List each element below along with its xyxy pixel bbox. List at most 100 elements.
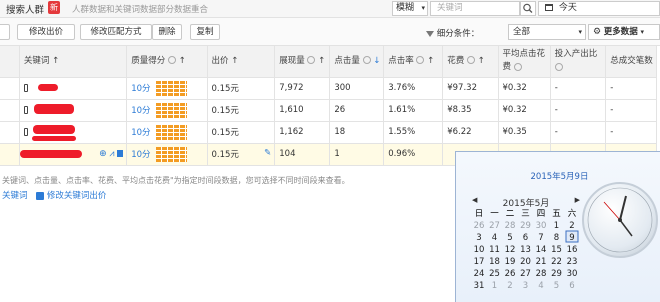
quality-cell: 10分 (126, 77, 208, 100)
calendar-day[interactable]: 21 (536, 257, 547, 267)
header-clicks[interactable]: 点击量 ↓ (329, 46, 385, 78)
calendar-day[interactable]: 16 (567, 245, 578, 255)
keyword-link[interactable]: 关键词 (2, 191, 28, 201)
info-icon (554, 62, 563, 71)
header-keyword[interactable]: 关键词 ↑ (19, 46, 128, 78)
ctr-cell: 0.96% (383, 143, 444, 166)
footer-links: 关键词 修改关键词出价 (2, 189, 106, 201)
search-icon (523, 3, 533, 13)
header-ctr[interactable]: 点击率 ↑ (383, 46, 444, 78)
calendar-day[interactable]: 10 (474, 245, 485, 255)
header-checkbox-cell (0, 46, 20, 78)
calendar-day[interactable]: 22 (551, 257, 562, 267)
calendar-day[interactable]: 13 (520, 245, 531, 255)
calendar-day[interactable]: 8 (554, 233, 559, 243)
calendar-day[interactable]: 12 (505, 245, 516, 255)
calendar-day[interactable]: 6 (523, 233, 528, 243)
calendar-day[interactable]: 27 (489, 221, 500, 231)
header-roi[interactable]: 投入产出比 (550, 46, 607, 78)
match-mode-value: 模糊 (396, 3, 415, 13)
bid-cell: 0.15元 (207, 121, 276, 144)
calendar-day[interactable]: 7 (538, 233, 543, 243)
calendar-day[interactable]: 5 (554, 281, 559, 291)
copy-button[interactable]: 复制 (190, 24, 220, 40)
impressions-cell: 7,972 (274, 77, 331, 100)
filter-icon (426, 30, 434, 37)
calendar-day[interactable]: 2 (507, 281, 512, 291)
calendar-day[interactable]: 1 (554, 221, 559, 231)
prev-month-arrow[interactable]: ◀ (472, 196, 477, 204)
header-orders[interactable]: 总成交笔数 (605, 46, 657, 78)
calendar-day[interactable]: 4 (538, 281, 543, 291)
match-mode-select[interactable]: 模糊 ▾ (392, 1, 428, 16)
calendar-day[interactable]: 19 (505, 257, 516, 267)
header-impressions[interactable]: 展现量 ↑ (274, 46, 331, 78)
calendar-day[interactable]: 6 (569, 281, 574, 291)
delete-button[interactable]: 删除 (152, 24, 182, 40)
calendar-day[interactable]: 2 (569, 221, 574, 231)
trash-icon[interactable] (117, 150, 124, 157)
header-quality[interactable]: 质量得分 ↑ (126, 46, 208, 78)
more-data-button[interactable]: ⚙ 更多数据 ▾ (588, 24, 660, 40)
row-checkbox[interactable] (0, 143, 20, 166)
calendar-day[interactable]: 31 (474, 281, 485, 291)
calendar-day[interactable]: 4 (492, 233, 497, 243)
header-cost[interactable]: 花费 ↑ (442, 46, 499, 78)
calendar-day[interactable]: 30 (536, 221, 547, 231)
calendar-day[interactable]: 17 (474, 257, 485, 267)
date-range-value: 今天 (558, 3, 577, 13)
edit-pencil-icon[interactable]: ✎ (264, 148, 271, 158)
calendar-header-date[interactable]: 2015年5月9日 (456, 170, 660, 182)
filter-select[interactable]: 全部 ▾ (508, 24, 586, 40)
clicks-cell: 18 (329, 121, 385, 144)
header-cpc[interactable]: 平均点击花费 (498, 46, 551, 78)
calendar-day[interactable]: 20 (520, 257, 531, 267)
calendar-day[interactable]: 30 (567, 269, 578, 279)
row-checkbox[interactable] (0, 77, 20, 100)
calendar-day[interactable]: 29 (520, 221, 531, 231)
calendar-day[interactable]: 18 (489, 257, 500, 267)
row-checkbox[interactable] (0, 121, 20, 144)
calendar-day[interactable]: 24 (474, 269, 485, 279)
globe-icon[interactable]: ⊕ (99, 149, 107, 159)
calendar-day[interactable]: 9 (569, 233, 574, 243)
keyword-table: 关键词 ↑ 质量得分 ↑ 出价 ↑ 展现量 ↑ 点击量 ↓ 点击率 ↑ 花费 ↑… (0, 46, 657, 166)
weekday-label: 四 (537, 209, 546, 219)
calendar-day[interactable]: 23 (567, 257, 578, 267)
quality-bars (155, 80, 187, 96)
calendar-day[interactable]: 26 (474, 221, 485, 231)
info-icon (513, 62, 522, 71)
chevron-down-icon: ▾ (421, 4, 425, 12)
edit-bid-button[interactable]: 修改出价 (17, 24, 75, 40)
row-checkbox[interactable] (0, 99, 20, 122)
calendar-day[interactable]: 3 (476, 233, 481, 243)
edit-keyword-bid-link[interactable]: 修改关键词出价 (47, 191, 107, 201)
calendar-day[interactable]: 26 (505, 269, 516, 279)
crowd-tab[interactable]: 搜索人群 (6, 2, 44, 16)
calendar-day[interactable]: 11 (489, 245, 500, 255)
quality-cell: 10分 (126, 99, 208, 122)
calendar-day[interactable]: 28 (505, 221, 516, 231)
calendar-day[interactable]: 5 (507, 233, 512, 243)
date-range-button[interactable]: 今天 (538, 1, 660, 16)
calendar-day[interactable]: 28 (536, 269, 547, 279)
trend-chart-icon[interactable]: ⩘ (109, 149, 114, 159)
calendar-day[interactable]: 15 (551, 245, 562, 255)
orders-cell: - (605, 121, 657, 144)
calendar-day[interactable]: 1 (492, 281, 497, 291)
calendar-day[interactable]: 25 (489, 269, 500, 279)
info-icon (416, 56, 425, 65)
cpc-cell: ¥0.32 (498, 77, 551, 100)
calendar-day[interactable]: 29 (551, 269, 562, 279)
select-all-button[interactable] (0, 24, 10, 40)
edit-match-button[interactable]: 修改匹配方式 (80, 24, 152, 40)
calendar-grid[interactable]: 日一二三四五六26 27 28 29 30 1 23 4 5 6 7 8 910 11 12 13 14 15 16… (470, 206, 582, 292)
calendar-day[interactable]: 27 (520, 269, 531, 279)
orders-cell: - (605, 77, 657, 100)
keyword-search-input[interactable]: 关键词 (430, 1, 520, 16)
next-month-arrow[interactable]: ▶ (575, 196, 580, 204)
search-button[interactable] (520, 1, 536, 16)
header-bid[interactable]: 出价 ↑ (207, 46, 276, 78)
calendar-day[interactable]: 3 (523, 281, 528, 291)
calendar-day[interactable]: 14 (536, 245, 547, 255)
